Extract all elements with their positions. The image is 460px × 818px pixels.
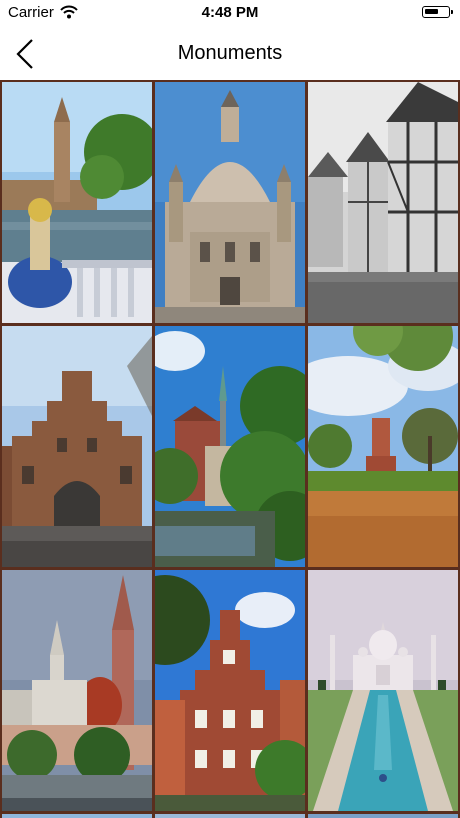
dresden-frauenkirche-photo[interactable] <box>155 82 305 323</box>
clock: 4:48 PM <box>201 4 259 21</box>
status-bar: Carrier 4:48 PM <box>0 0 460 26</box>
plaza-spain-tower-photo[interactable] <box>2 82 152 323</box>
brick-gable-house-photo[interactable] <box>155 570 305 811</box>
page-title: Monuments <box>177 42 283 64</box>
taj-mahal-photo[interactable] <box>308 570 458 811</box>
partial-photo-3[interactable] <box>308 814 458 818</box>
partial-photo-1[interactable] <box>2 814 152 818</box>
canal-church-spire-photo[interactable] <box>155 326 305 567</box>
partial-photo-2[interactable] <box>155 814 305 818</box>
navigation-bar: Monuments <box>0 26 460 80</box>
battery-icon <box>422 6 453 18</box>
brick-tower-park-photo[interactable] <box>308 326 458 567</box>
stepped-gable-gate-photo[interactable] <box>2 326 152 567</box>
half-timbered-street-photo[interactable] <box>308 82 458 323</box>
gothic-church-city-photo[interactable] <box>2 570 152 811</box>
photo-grid <box>0 80 460 818</box>
